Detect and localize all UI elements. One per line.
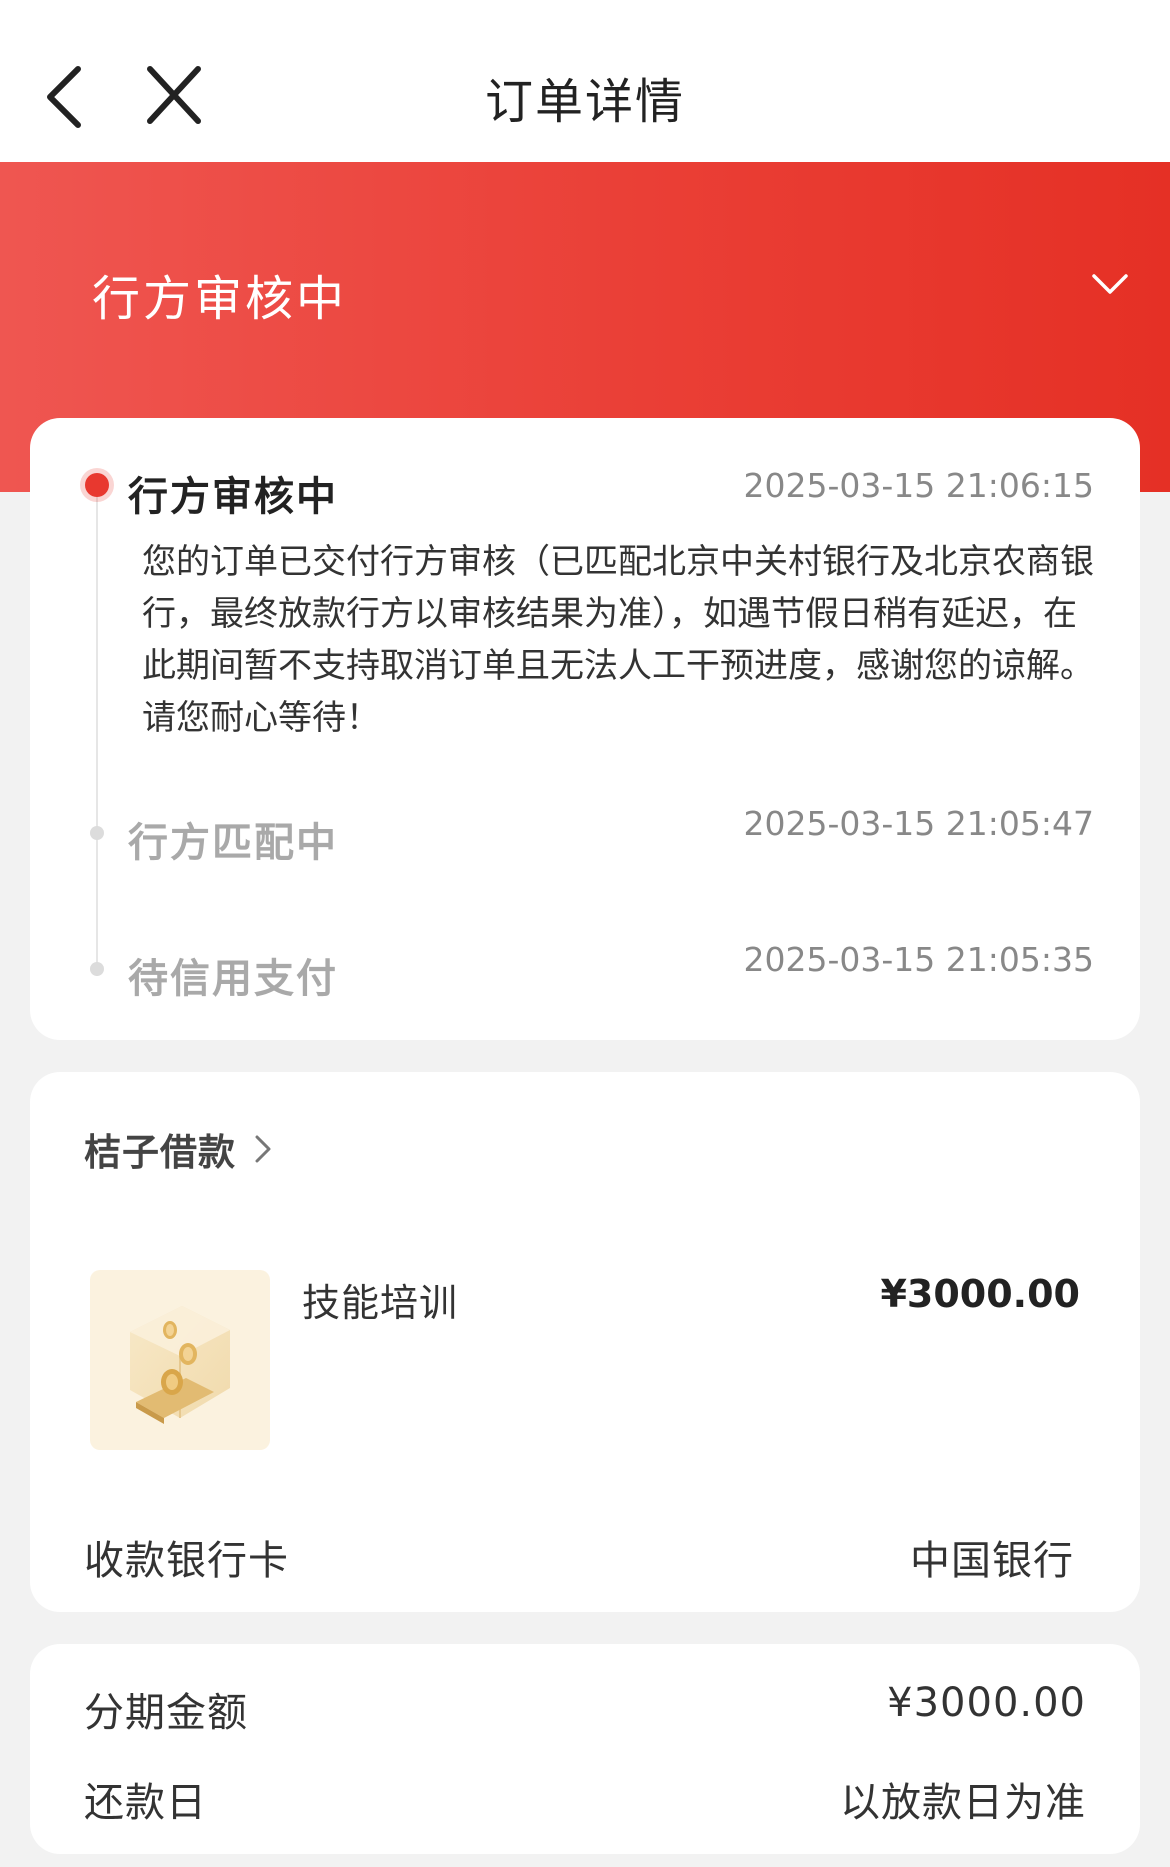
timeline-step-title: 行方审核中 bbox=[128, 474, 338, 520]
timeline-step-description: 您的订单已交付行方审核（已匹配北京中关村银行及北京农商银行，最终放款行方以审核结… bbox=[142, 542, 1094, 738]
status-timeline-card: 行方审核中 2025-03-15 21:06:15 您的订单已交付行方审核（已匹… bbox=[30, 418, 1140, 1040]
product-name: 技能培训 bbox=[302, 1281, 459, 1325]
product-price: ¥3000.00 bbox=[880, 1272, 1080, 1316]
status-expand-button[interactable] bbox=[1086, 260, 1134, 308]
merchant-link[interactable]: 桔子借款 bbox=[84, 1124, 278, 1174]
repayment-day-label: 还款日 bbox=[84, 1780, 207, 1826]
chevron-right-icon bbox=[255, 1135, 271, 1163]
order-info-card: 桔子借款 技能培训 ¥3000.00 收款银行卡 中国银行 bbox=[30, 1072, 1140, 1612]
repayment-day-value: 以放款日为准 bbox=[840, 1780, 1086, 1826]
timeline-line bbox=[96, 488, 98, 976]
timeline-dot bbox=[90, 826, 104, 840]
installment-card: 分期金额 ¥3000.00 还款日 以放款日为准 bbox=[30, 1644, 1140, 1854]
timeline-step-time: 2025-03-15 21:05:35 bbox=[743, 940, 1094, 979]
page-title: 订单详情 bbox=[484, 74, 685, 130]
product-image bbox=[90, 1270, 270, 1450]
bank-card-label: 收款银行卡 bbox=[84, 1538, 289, 1584]
timeline-step-title: 待信用支付 bbox=[128, 956, 338, 1002]
navigation-bar: 订单详情 bbox=[0, 0, 1170, 162]
timeline-dot bbox=[90, 962, 104, 976]
coin-box-icon bbox=[130, 1306, 230, 1424]
status-title: 行方审核中 bbox=[92, 271, 348, 327]
timeline-step-time: 2025-03-15 21:06:15 bbox=[743, 466, 1094, 505]
timeline-step-title: 行方匹配中 bbox=[128, 820, 338, 866]
timeline-dot-active bbox=[80, 468, 114, 502]
installment-amount-value: ¥3000.00 bbox=[887, 1680, 1086, 1726]
bank-card-value: 中国银行 bbox=[910, 1538, 1074, 1584]
timeline-step-time: 2025-03-15 21:05:47 bbox=[743, 804, 1094, 843]
installment-amount-label: 分期金额 bbox=[84, 1690, 248, 1736]
chevron-down-icon bbox=[1092, 274, 1128, 294]
merchant-name: 桔子借款 bbox=[84, 1131, 236, 1174]
